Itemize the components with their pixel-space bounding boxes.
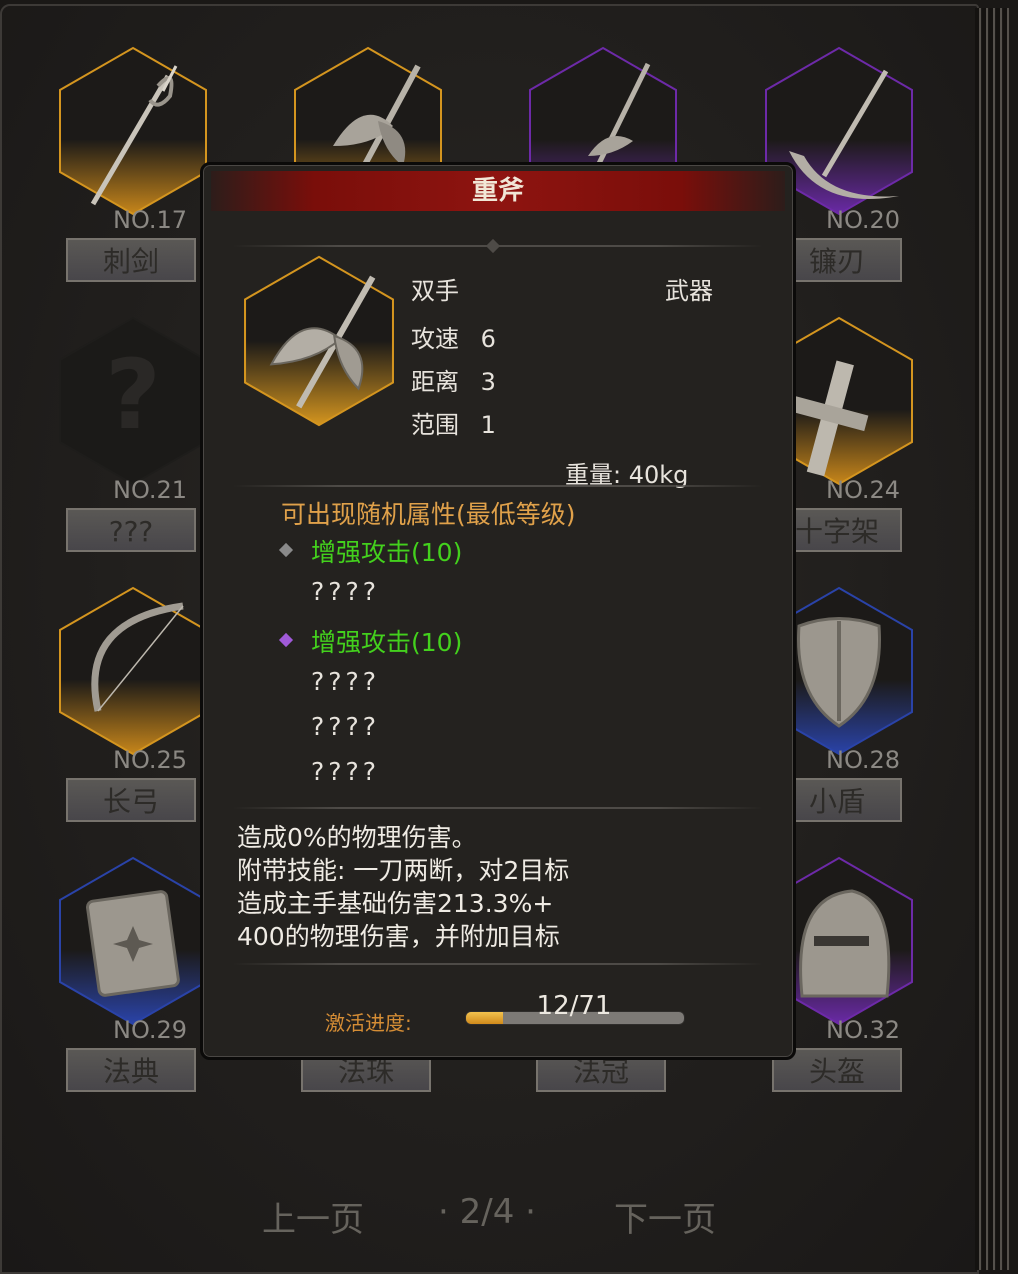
codex-icon — [85, 890, 180, 997]
stat-label: 距离 — [411, 368, 459, 396]
item-number: NO.32 — [826, 1016, 901, 1044]
page-edge — [996, 8, 1002, 1270]
stat-value: 6 — [480, 325, 496, 353]
desc-line: 造成0%的物理伤害。 — [237, 823, 477, 852]
longbow-icon — [91, 602, 184, 712]
rapier-icon — [90, 65, 178, 206]
attr-row: 增强攻击(10) — [311, 628, 463, 657]
stat-value: 3 — [480, 368, 496, 396]
item-name-plate[interactable]: 刺剑 — [66, 238, 196, 282]
item-name-plate[interactable]: ??? — [66, 508, 196, 552]
purple-gem-icon — [278, 632, 294, 648]
item-category: 武器 — [665, 277, 713, 305]
page-edge — [975, 8, 981, 1270]
skill-description[interactable]: 造成0%的物理伤害。 附带技能: 一刀两断，对2目标 造成主手基础伤害213.3… — [237, 821, 757, 961]
item-number: NO.28 — [826, 746, 901, 774]
divider — [233, 963, 763, 965]
desc-line: 造成主手基础伤害213.3%+ — [237, 889, 554, 918]
unknown-question-icon: ? — [105, 339, 161, 451]
item-number: NO.25 — [113, 746, 188, 774]
page-edge — [1003, 8, 1009, 1270]
grid-cell-longbow[interactable]: NO.25 长弓 — [58, 586, 208, 848]
stat-label: 攻速 — [411, 325, 459, 353]
attr-row: ???? — [311, 667, 381, 696]
prev-page-button[interactable]: 上一页 — [262, 1192, 364, 1241]
grid-cell-rapier[interactable]: NO.17 刺剑 — [58, 46, 208, 308]
item-title: 重斧 — [211, 171, 785, 211]
desc-line: 附带技能: 一刀两断，对2目标 — [237, 856, 570, 885]
divider — [233, 807, 763, 809]
activation-progress-text: 12/71 — [536, 991, 612, 1021]
item-number: NO.24 — [826, 476, 901, 504]
page-edge — [989, 8, 995, 1270]
item-number: NO.29 — [113, 1016, 188, 1044]
stat-range: 距离 3 — [411, 362, 496, 397]
item-number: NO.20 — [826, 206, 901, 234]
item-number: NO.17 — [113, 206, 188, 234]
attr-row: ???? — [311, 757, 381, 786]
activation-progress-label: 激活进度: — [325, 1011, 412, 1035]
stat-attack-speed: 攻速 6 — [411, 319, 496, 354]
desc-line: 400的物理伤害，并附加目标 — [237, 922, 560, 951]
item-number: NO.21 — [113, 476, 188, 504]
stat-label: 范围 — [411, 411, 459, 439]
grid-cell-unknown[interactable]: ? NO.21 ??? — [58, 316, 208, 578]
stat-value: 1 — [480, 411, 496, 439]
svg-text:?: ? — [105, 339, 161, 451]
divider — [233, 238, 763, 254]
divider — [233, 485, 763, 487]
attr-row: ???? — [311, 577, 381, 606]
heavy-axe-icon — [244, 255, 394, 427]
silver-gem-icon — [278, 542, 294, 558]
random-attr-header: 可出现随机属性(最低等级) — [281, 500, 576, 529]
next-page-button[interactable]: 下一页 — [614, 1192, 716, 1241]
stat-area: 范围 1 — [411, 405, 496, 440]
attr-row: 增强攻击(10) — [311, 538, 463, 567]
page-edge — [982, 8, 988, 1270]
item-name-plate[interactable]: 长弓 — [66, 778, 196, 822]
hand-type: 双手 — [411, 277, 459, 305]
attr-row: ???? — [311, 712, 381, 741]
item-name-plate[interactable]: 法典 — [66, 1048, 196, 1092]
grid-cell-codex[interactable]: NO.29 法典 — [58, 856, 208, 1118]
item-detail-popup[interactable]: 重斧 双手 武器 攻速 6 距离 3 范围 1 重量: 40kg 可出现随机属性… — [200, 162, 796, 1060]
page-indicator: · 2/4 · — [438, 1192, 536, 1232]
